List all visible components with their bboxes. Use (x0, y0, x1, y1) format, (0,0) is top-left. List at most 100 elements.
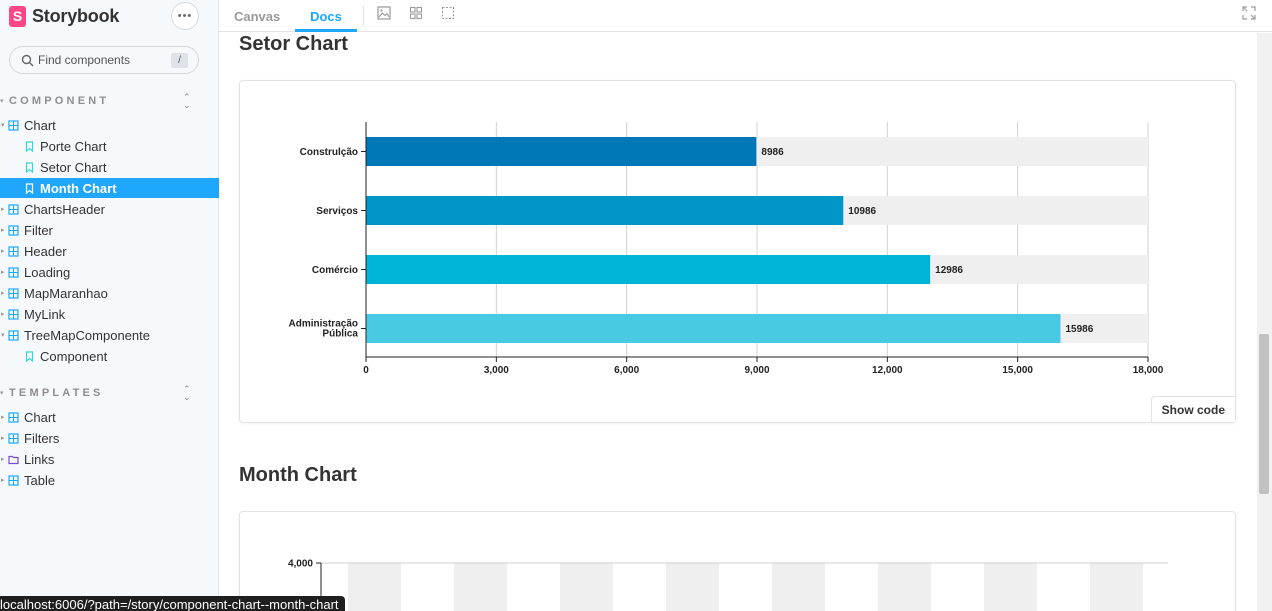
bar (366, 255, 931, 284)
month-band (1090, 563, 1143, 611)
folder-icon (8, 455, 19, 465)
sidebar-item-chart[interactable]: ▸ Chart (0, 407, 219, 427)
group-label: COMPONENT (9, 95, 110, 107)
sidebar-item-header[interactable]: ▸ Header (0, 241, 219, 261)
sidebar-item-label: Chart (24, 117, 56, 133)
month-band (560, 563, 613, 611)
sidebar-item-mylink[interactable]: ▸ MyLink (0, 304, 219, 324)
month-band (772, 563, 825, 611)
sidebar-item-label: Porte Chart (40, 138, 107, 154)
bookmark-icon (25, 351, 34, 362)
sidebar-item-filters[interactable]: ▸ Filters (0, 428, 219, 448)
sidebar-item-table[interactable]: ▸ Table (0, 470, 219, 490)
grid-icon[interactable] (409, 6, 423, 20)
sidebar-item-label: Filter (24, 222, 53, 238)
caret-right-icon: ▸ (1, 248, 5, 255)
sidebar-item-porte-chart[interactable]: Porte Chart (0, 136, 219, 156)
sidebar-group-component[interactable]: ▾ COMPONENT ⌃ ⌄ (0, 92, 219, 110)
component-icon (8, 309, 19, 320)
sidebar-menu-button[interactable]: ••• (171, 2, 199, 30)
caret-down-icon: ▾ (0, 390, 4, 397)
story-preview-setor-chart: 8986 Construlção 10986 Serviços 12986 Comérci… (239, 80, 1236, 423)
data-label: 10986 (848, 206, 876, 217)
toolbar-divider (363, 6, 364, 26)
sidebar-item-label: Header (24, 243, 67, 259)
storybook-logo-icon: S (9, 5, 26, 27)
caret-down-icon: ▾ (0, 98, 4, 105)
component-icon (8, 204, 19, 215)
bar (366, 314, 1061, 343)
bar (366, 196, 844, 225)
y-tick-label: Construlção (300, 147, 358, 158)
docs-panel: Setor Chart 8986 Construlção 10986 Serviços… (219, 33, 1257, 611)
bar (366, 137, 757, 166)
caret-right-icon: ▸ (1, 269, 5, 276)
y-tick-label: Administração Pública (289, 319, 359, 340)
caret-right-icon: ▸ (1, 477, 5, 484)
sidebar-item-label: Links (24, 451, 55, 467)
caret-right-icon: ▸ (1, 206, 5, 213)
caret-right-icon: ▸ (1, 414, 5, 421)
tab-docs[interactable]: Docs (295, 0, 357, 32)
caret-right-icon: ▸ (1, 290, 5, 297)
outline-icon[interactable] (441, 6, 455, 20)
x-tick-label: 15,000 (1002, 365, 1033, 376)
top-toolbar: Canvas Docs (219, 0, 1272, 32)
month-chart: 4,000 (288, 559, 1168, 611)
caret-down-icon: ▾ (1, 332, 5, 339)
y-tick-label: Comércio (312, 265, 358, 276)
sidebar-item-loading[interactable]: ▸ Loading (0, 262, 219, 282)
search-shortcut-key: / (171, 53, 188, 68)
month-band (984, 563, 1037, 611)
month-band (348, 563, 401, 611)
sidebar-item-label: Component (40, 348, 108, 364)
component-icon (8, 120, 19, 131)
sidebar-item-label: MyLink (24, 306, 66, 322)
data-label: 8986 (761, 147, 784, 158)
sidebar-item-label: Setor Chart (40, 159, 107, 175)
scrollbar-thumb[interactable] (1259, 334, 1269, 494)
ellipsis-icon: ••• (177, 10, 193, 22)
sidebar-item-label: Table (24, 472, 56, 488)
sidebar-item-setor-chart[interactable]: Setor Chart (0, 157, 219, 177)
x-tick-label: 6,000 (614, 365, 639, 376)
sidebar-item-month-chart[interactable]: Month Chart (0, 178, 219, 198)
sidebar-item-mapmaranhao[interactable]: ▸ MapMaranhao (0, 283, 219, 303)
sidebar: S Storybook ••• / ▾ COMPONENT ⌃⌄ ▾ Chart Port… (0, 0, 219, 611)
sidebar-item-filter[interactable]: ▸ Filter (0, 220, 219, 240)
x-tick-label: 3,000 (484, 365, 509, 376)
sidebar-item-chart[interactable]: ▾ Chart (0, 115, 219, 135)
status-url: localhost:6006/?path=/story/component-ch… (0, 596, 345, 611)
show-code-button[interactable]: Show code (1150, 396, 1235, 422)
story-preview-month-chart: 4,000 (239, 511, 1236, 611)
scrollbar-track[interactable] (1257, 33, 1272, 611)
search-input[interactable] (38, 47, 168, 73)
tab-canvas[interactable]: Canvas (234, 0, 280, 32)
sidebar-group-templates[interactable]: ▾ TEMPLATES ⌃ ⌄ (0, 384, 219, 402)
sidebar-item-component[interactable]: Component (0, 346, 219, 366)
storybook-brand[interactable]: S Storybook (9, 5, 119, 27)
caret-right-icon: ▸ (1, 435, 5, 442)
expand-collapse-icon[interactable]: ⌃ ⌄ (183, 93, 191, 110)
search-icon (21, 54, 34, 67)
search-box[interactable]: / (9, 46, 199, 74)
data-label: 15986 (1066, 324, 1094, 335)
bookmark-icon (25, 183, 34, 194)
sidebar-item-chartsheader[interactable]: ▸ ChartsHeader (0, 199, 219, 219)
brand-name: Storybook (32, 5, 120, 26)
bookmark-icon (25, 141, 34, 152)
y-tick-label: Serviços (316, 206, 358, 217)
x-tick-label: 18,000 (1133, 365, 1164, 376)
sidebar-item-label: ChartsHeader (24, 201, 105, 217)
month-band (666, 563, 719, 611)
setor-chart: 8986 Construlção 10986 Serviços 12986 Comérci… (289, 122, 1164, 376)
image-icon[interactable] (377, 6, 391, 20)
component-icon (8, 225, 19, 236)
sidebar-item-links[interactable]: ▸ Links (0, 449, 219, 469)
sidebar-item-treemapcomponente[interactable]: ▾ TreeMapComponente (0, 325, 219, 345)
y-tick-label: 4,000 (288, 559, 313, 570)
x-tick-label: 9,000 (744, 365, 769, 376)
fullscreen-icon[interactable] (1242, 6, 1256, 20)
component-icon (8, 267, 19, 278)
expand-collapse-icon[interactable]: ⌃ ⌄ (183, 385, 191, 402)
